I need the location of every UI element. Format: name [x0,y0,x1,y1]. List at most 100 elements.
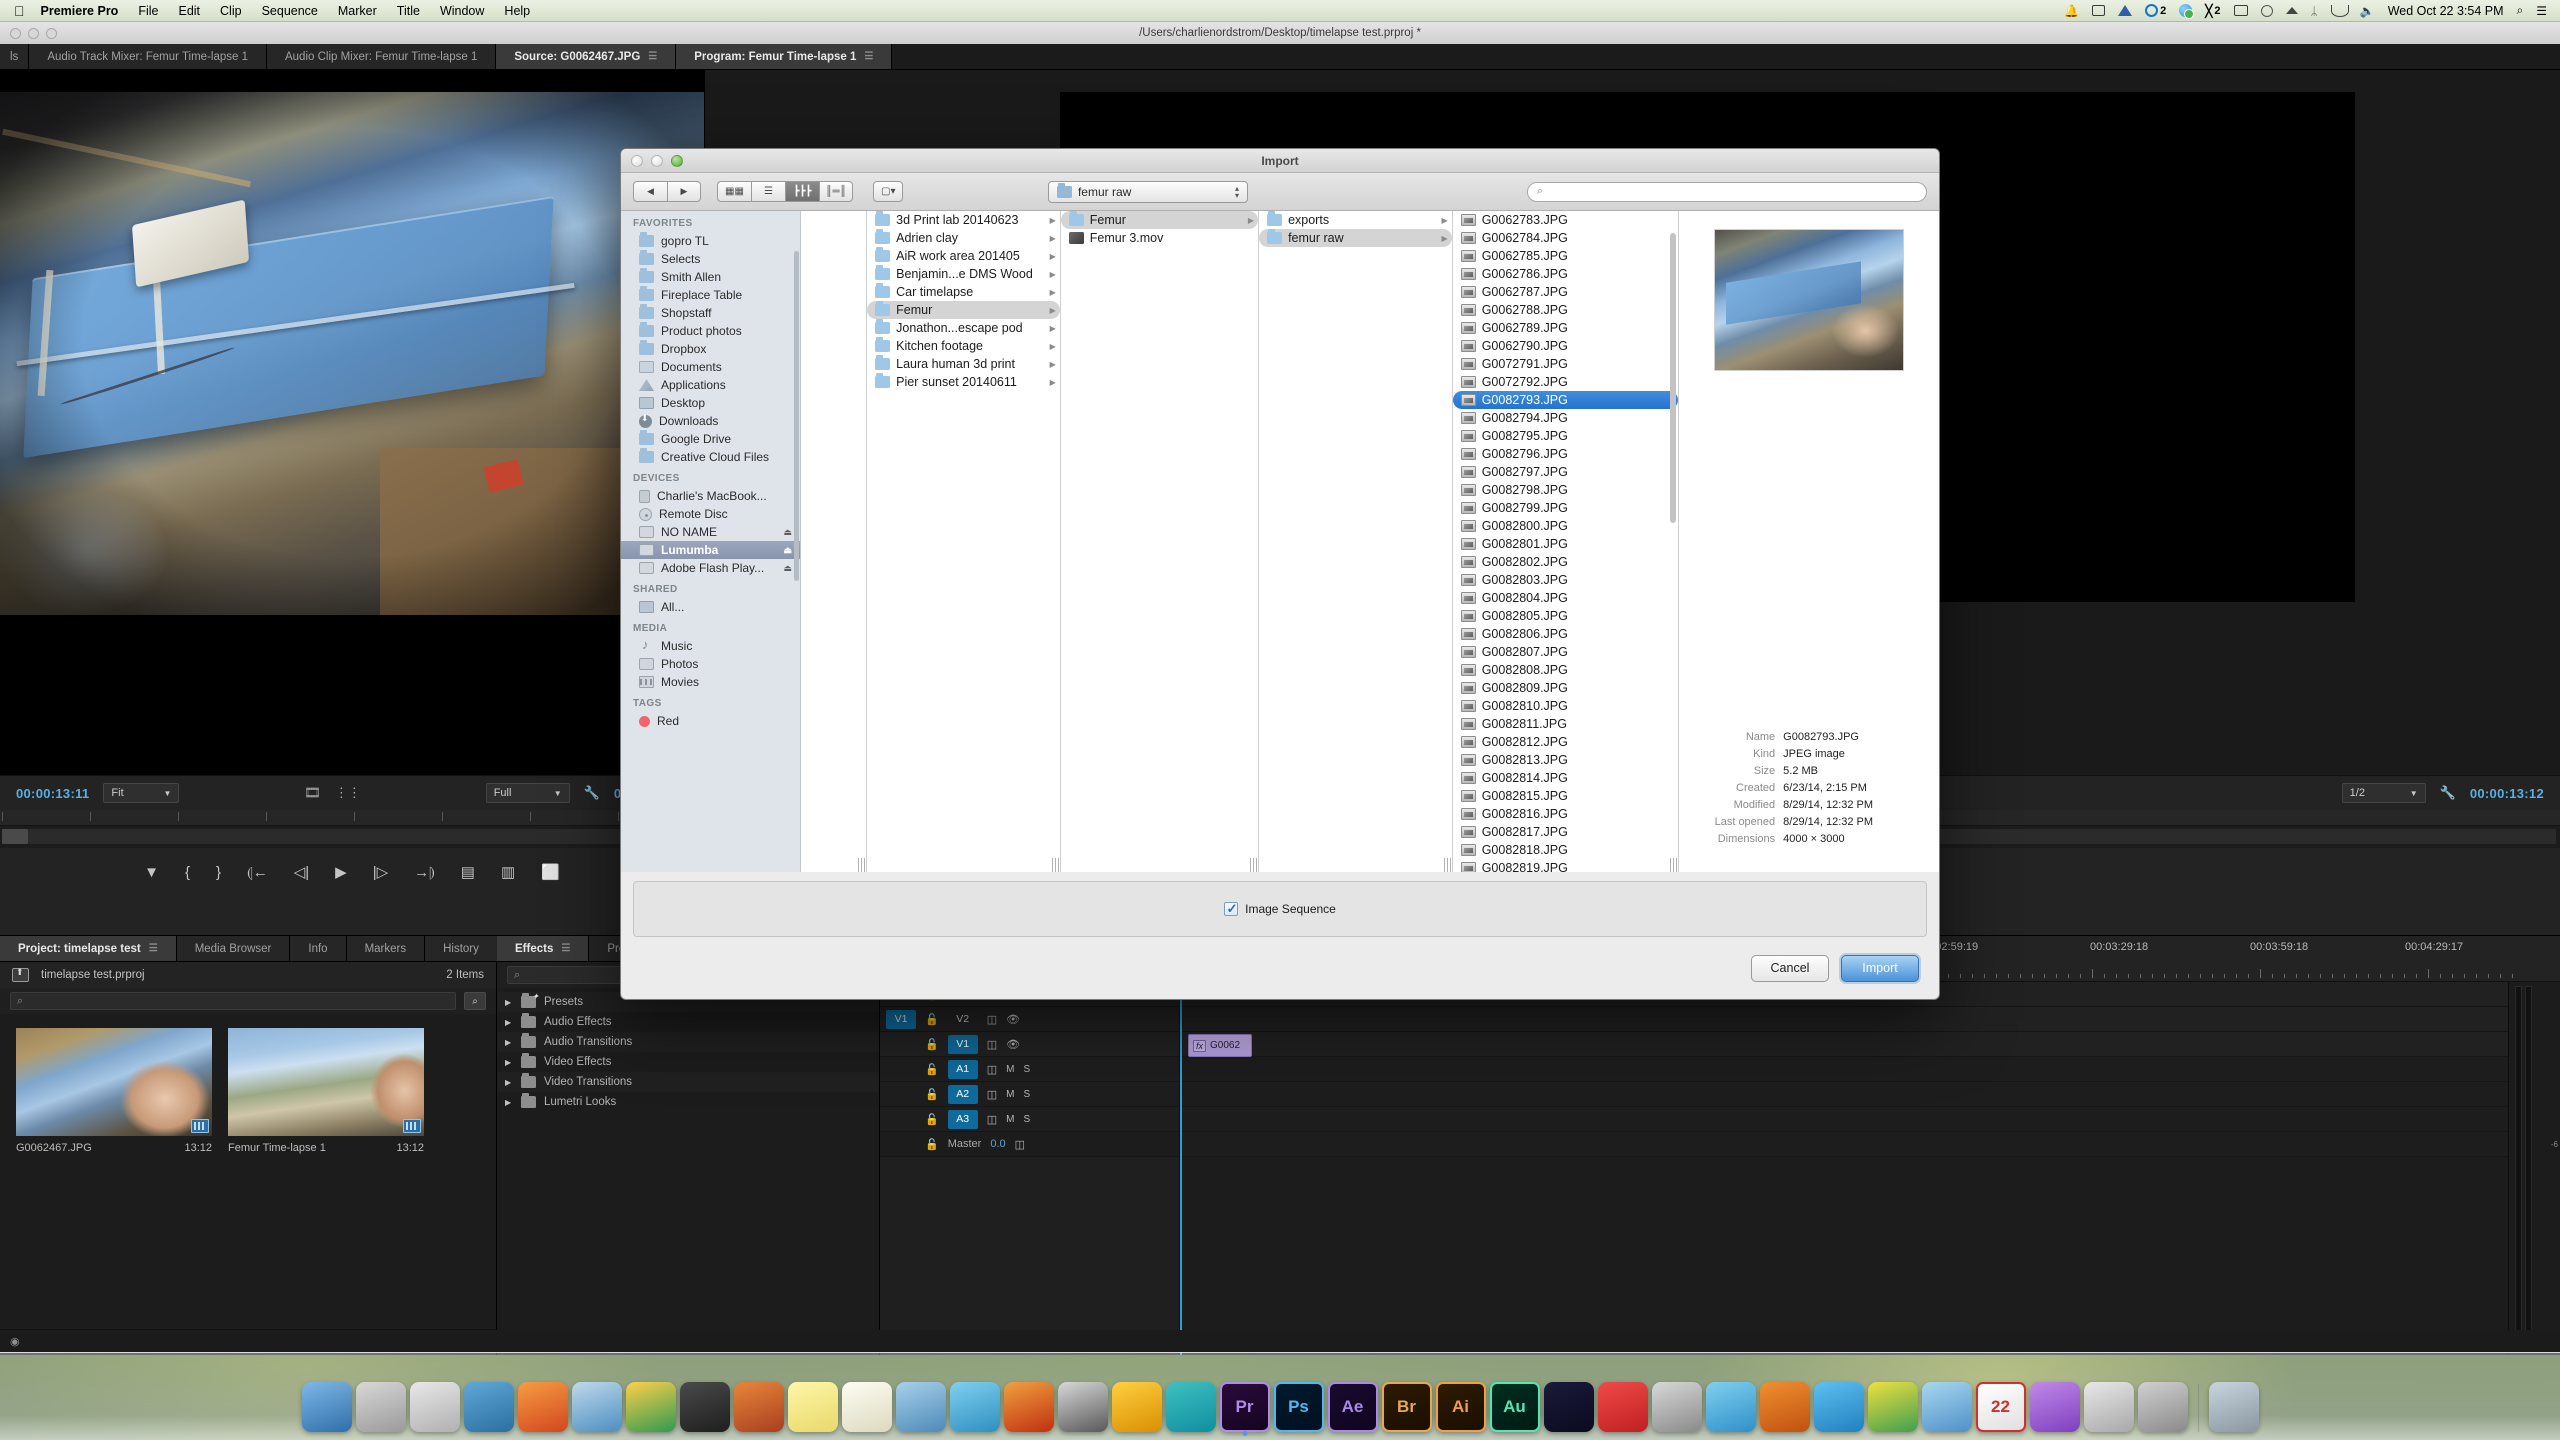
pan-icon[interactable]: ◫ [1015,1138,1025,1151]
menu-item-marker[interactable]: Marker [338,4,377,18]
mark-out-button[interactable]: } [216,864,221,881]
track-header-master[interactable]: 🔓 Master 0.0 ◫ [880,1132,1179,1157]
tab-history[interactable]: History [425,936,498,961]
file-row[interactable]: G0062787.JPG [1453,283,1679,301]
sidebar-item-downloads[interactable]: Downloads [621,412,800,430]
cancel-button[interactable]: Cancel [1751,954,1829,982]
sidebar-item-google-drive[interactable]: Google Drive [621,430,800,448]
sketchup-icon[interactable] [1111,1382,1162,1432]
track-header-a2[interactable]: 🔓 A2 ◫ M S [880,1082,1179,1107]
gear-icon[interactable]: ▢▾ [873,181,904,202]
mail-icon[interactable] [1921,1382,1972,1432]
file-row[interactable]: Jonathon...escape pod ▶ [867,319,1060,337]
track-header-v1[interactable]: 🔓 V1 ◫ 👁 [880,1032,1179,1057]
lock-icon[interactable]: 🔓 [925,1038,939,1051]
clip-thumbnail[interactable] [16,1028,212,1136]
handbrake-icon[interactable] [2083,1382,2134,1432]
timeline-canvas[interactable]: fx G0062 [1180,982,2508,1355]
compressor-icon[interactable] [733,1382,784,1432]
lock-icon[interactable]: 🔓 [925,1013,939,1026]
firefox-icon[interactable] [517,1382,568,1432]
audition-icon[interactable]: Au [1489,1382,1540,1432]
column-resize-grip[interactable] [1051,858,1060,872]
file-row[interactable]: G0082800.JPG [1453,517,1679,535]
sidebar-item-movies[interactable]: Movies [621,673,800,691]
dialog-search-input[interactable]: ⌕ [1526,181,1927,202]
file-row[interactable]: G0082794.JPG [1453,409,1679,427]
textedit-icon[interactable] [841,1382,892,1432]
lock-icon[interactable]: 🔓 [925,1113,939,1126]
browser-column-projects[interactable]: 3d Print lab 20140623 ▶ Adrien clay ▶ AiR wo… [867,211,1061,872]
file-row[interactable]: G0082796.JPG [1453,445,1679,463]
preview-icon[interactable] [895,1382,946,1432]
tab-effects[interactable]: Effects ☰ [497,936,590,961]
file-row[interactable]: Benjamin...e DMS Wood ▶ [867,265,1060,283]
source-track-indicator[interactable] [886,1060,916,1079]
dropbox-icon[interactable] [2179,4,2195,19]
apple-menu-icon[interactable]:  [14,4,25,18]
track-name[interactable]: A1 [947,1059,978,1079]
eject-icon[interactable]: ⏏ [783,563,792,574]
solo-button[interactable]: S [1023,1114,1030,1125]
browser-column-0[interactable] [801,211,868,872]
safari-icon[interactable] [571,1382,622,1432]
davinci-icon[interactable] [1597,1382,1648,1432]
google-drive-icon[interactable] [2118,5,2133,16]
after-effects-icon[interactable]: Ae [1327,1382,1378,1432]
track-lane-v2[interactable] [1180,1007,2508,1032]
photoshop-icon[interactable]: Ps [1273,1382,1324,1432]
time-machine-icon[interactable] [2260,4,2273,17]
project-search-input[interactable]: ⌕ [10,992,456,1010]
sidebar-item-documents[interactable]: Documents [621,358,800,376]
menu-item-help[interactable]: Help [504,4,530,18]
illustrator-icon[interactable]: Ai [1435,1382,1486,1432]
file-row[interactable]: G0062789.JPG [1453,319,1679,337]
sidebar-item-product-photos[interactable]: Product photos [621,322,800,340]
sidebar-item-remote-disc[interactable]: Remote Disc [621,505,800,523]
solo-button[interactable]: S [1023,1064,1030,1075]
notification-bell-icon[interactable]: 🔔 [2064,4,2079,18]
file-row[interactable]: G0082817.JPG [1453,823,1679,841]
menu-item-title[interactable]: Title [397,4,420,18]
step-forward-button[interactable]: |▷ [373,863,388,881]
timeline-clip[interactable]: fx G0062 [1188,1034,1252,1057]
file-row[interactable]: G0082813.JPG [1453,751,1679,769]
mute-button[interactable]: M [1006,1114,1014,1125]
menu-item-edit[interactable]: Edit [178,4,200,18]
export-frame-button[interactable]: ⬜ [541,863,560,881]
calendar-icon[interactable]: 22 [1975,1382,2026,1432]
go-to-out-button[interactable]: →⦈ [414,864,435,881]
file-row[interactable]: G0082803.JPG [1453,571,1679,589]
sidebar-item-adobe-flash-player[interactable]: Adobe Flash Play... ⏏ [621,559,800,577]
file-row[interactable]: G0062790.JPG [1453,337,1679,355]
effects-group-video-transitions[interactable]: ▶ Video Transitions [497,1072,879,1092]
chevron-right-icon[interactable]: ▶ [505,1078,513,1087]
source-monitor-viewport[interactable] [0,70,704,775]
screen-recording-icon[interactable] [2092,5,2106,16]
eject-icon[interactable] [2285,7,2298,14]
tab-program-monitor[interactable]: Program: Femur Time-lapse 1 ☰ [676,44,893,69]
file-row[interactable]: G0082806.JPG [1453,625,1679,643]
track-name[interactable]: V1 [947,1034,978,1054]
mac-dock[interactable]: Pr Ps Ae Br Ai Au 22 [0,1352,2560,1440]
sidebar-item-applications[interactable]: Applications [621,376,800,394]
stickies-icon[interactable] [787,1382,838,1432]
source-track-indicator[interactable] [886,1110,916,1129]
finder-sidebar[interactable]: FAVORITES gopro TL Selects Smith Allen F… [621,211,801,872]
sidebar-scrollbar[interactable] [794,251,799,581]
file-column-scrollbar[interactable] [1670,233,1677,523]
menu-item-window[interactable]: Window [440,4,484,18]
browser-column-femur[interactable]: Femur ▶ Femur 3.mov [1060,211,1260,872]
google-drive-icon[interactable] [625,1382,676,1432]
sync-lock-icon[interactable]: ◫ [987,1063,997,1076]
chrome-icon[interactable] [1867,1382,1918,1432]
file-row[interactable]: G0082814.JPG [1453,769,1679,787]
file-row[interactable]: G0062785.JPG [1453,247,1679,265]
adobe-app-manager-icon[interactable]: ╳ 2 [2205,4,2220,18]
file-row[interactable]: G0082809.JPG [1453,679,1679,697]
file-row[interactable]: G0082807.JPG [1453,643,1679,661]
browser-column-femur-children[interactable]: exports ▶ femur raw ▶ [1259,211,1453,872]
creative-cloud-icon[interactable]: 2 [2145,4,2166,17]
file-row[interactable]: exports ▶ [1259,211,1452,229]
column-resize-grip[interactable] [858,858,867,872]
